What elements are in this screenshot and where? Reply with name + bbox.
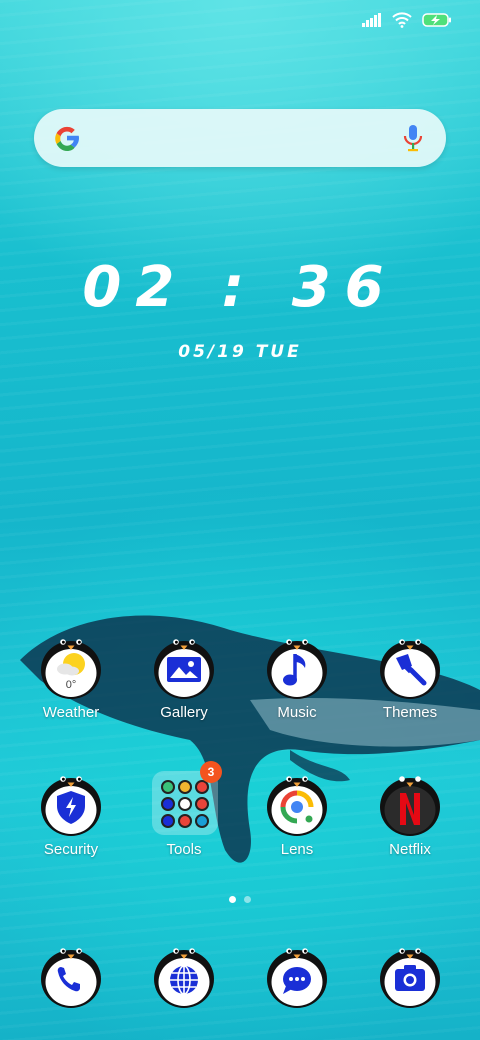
globe-icon — [154, 948, 214, 1008]
app-lens[interactable]: Lens — [247, 769, 347, 858]
page-dot-2[interactable] — [244, 896, 251, 903]
signal-bars-icon — [362, 13, 381, 27]
page-dot-1[interactable] — [229, 896, 236, 903]
netflix-icon — [380, 776, 440, 836]
security-shield-icon — [41, 776, 101, 836]
google-search-bar[interactable] — [34, 109, 446, 167]
app-label: Lens — [280, 841, 314, 858]
weather-temp: 0° — [66, 679, 77, 691]
app-label: Tools — [166, 841, 202, 858]
app-label: Security — [43, 841, 99, 858]
app-security[interactable]: Security — [21, 769, 121, 858]
page-indicator[interactable] — [0, 896, 480, 903]
gallery-icon — [154, 639, 214, 699]
app-label: Netflix — [389, 841, 431, 858]
music-note-icon — [267, 639, 327, 699]
app-label: Gallery — [160, 704, 208, 721]
notification-badge: 3 — [200, 761, 222, 783]
google-g-icon — [55, 126, 79, 151]
clock-date: 05/19 TUE — [178, 342, 302, 362]
status-bar — [0, 0, 480, 44]
dock-browser[interactable] — [134, 941, 234, 1009]
app-gallery[interactable]: Gallery — [134, 632, 234, 721]
microphone-icon[interactable] — [402, 123, 424, 153]
app-netflix[interactable]: Netflix — [360, 769, 460, 858]
weather-icon: 0° — [41, 639, 101, 699]
paintbrush-icon — [380, 639, 440, 699]
messages-icon — [267, 948, 327, 1008]
app-label: Themes — [382, 704, 438, 721]
camera-icon — [380, 948, 440, 1008]
app-music[interactable]: Music — [247, 632, 347, 721]
dock-messages[interactable] — [247, 941, 347, 1009]
dock-camera[interactable] — [360, 941, 460, 1009]
clock-time[interactable]: 02 : 36 — [0, 255, 480, 320]
app-folder-tools[interactable]: 3 Tools — [134, 761, 234, 858]
app-label: Music — [277, 704, 317, 721]
battery-charging-icon — [422, 13, 451, 27]
app-label: Weather — [42, 704, 100, 721]
lens-icon — [267, 776, 327, 836]
phone-icon — [41, 948, 101, 1008]
app-weather[interactable]: 0° Weather — [21, 632, 121, 721]
app-themes[interactable]: Themes — [360, 632, 460, 721]
wifi-icon — [392, 12, 412, 28]
dock-phone[interactable] — [21, 941, 121, 1009]
